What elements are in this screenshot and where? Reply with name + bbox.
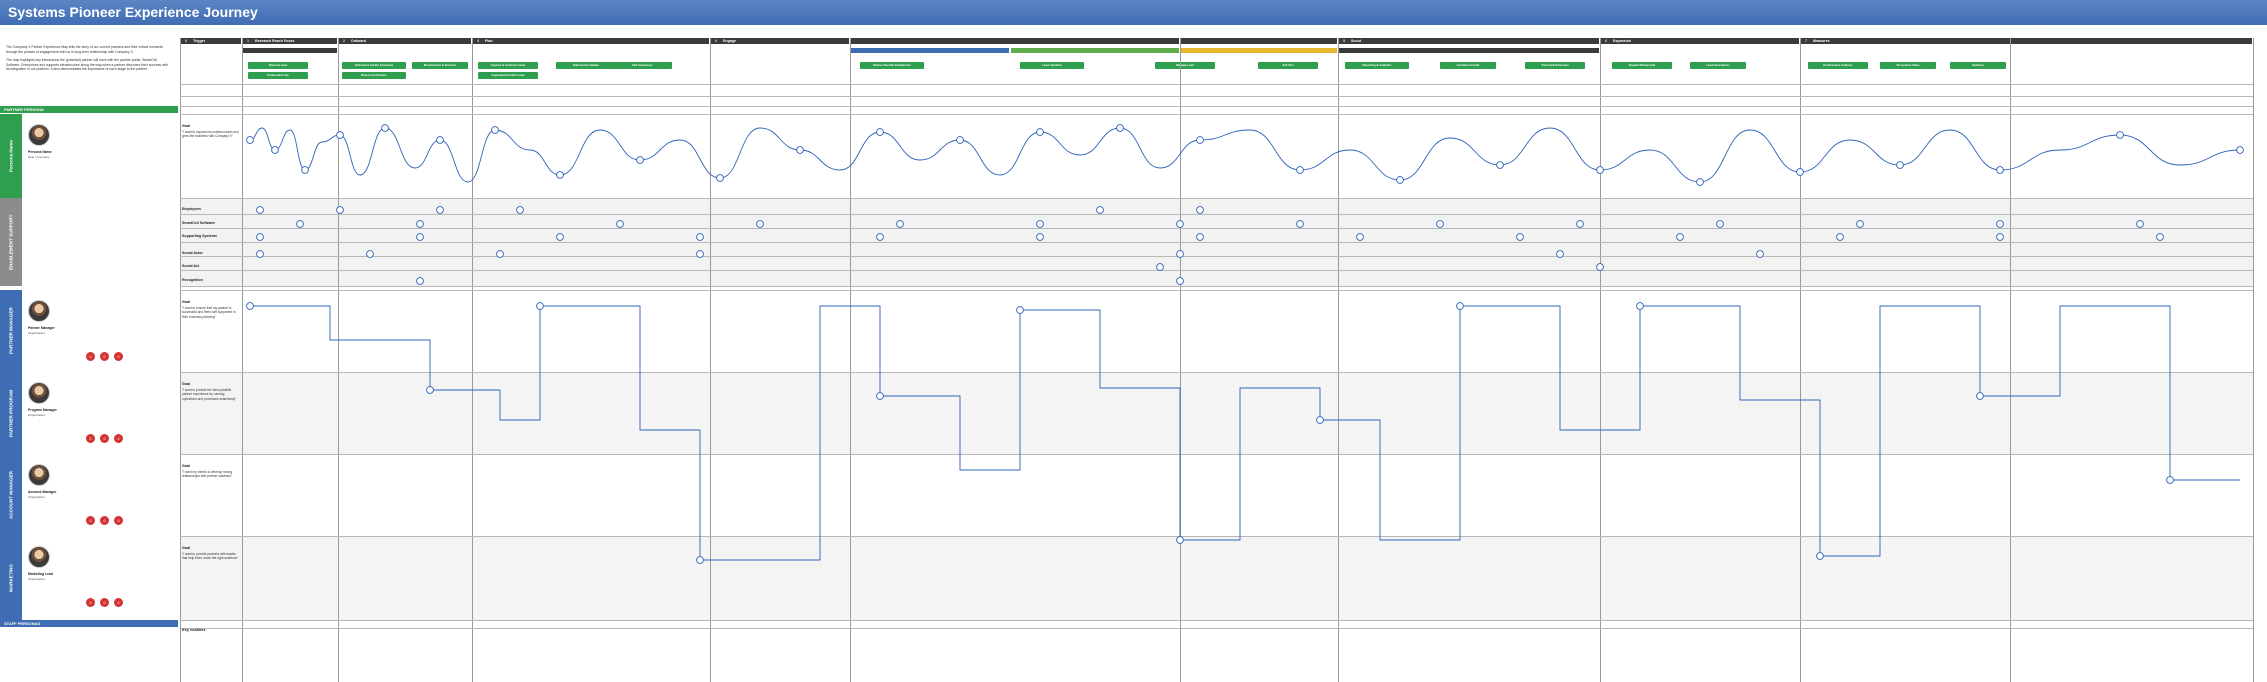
journey-step-node [536, 302, 544, 310]
journey-step-node [1516, 233, 1524, 241]
journey-step-node [1576, 220, 1584, 228]
journey-step-node [1156, 263, 1164, 271]
journey-step-node [696, 556, 704, 564]
journey-step-node [1556, 250, 1564, 258]
journey-step-node [696, 250, 704, 258]
journey-step-node [1896, 161, 1904, 169]
journey-step-node [381, 124, 389, 132]
journey-step-node [796, 146, 804, 154]
journey-step-node [256, 250, 264, 258]
journey-step-node [1636, 302, 1644, 310]
journey-step-node [1496, 161, 1504, 169]
journey-step-node [1116, 124, 1124, 132]
journey-step-node [1716, 220, 1724, 228]
journey-step-node [1856, 220, 1864, 228]
journey-step-node [1596, 263, 1604, 271]
journey-step-node [2156, 233, 2164, 241]
journey-step-node [696, 233, 704, 241]
journey-step-node [1796, 168, 1804, 176]
journey-step-node [756, 220, 764, 228]
journey-step-node [1996, 166, 2004, 174]
journey-step-node [416, 277, 424, 285]
journey-step-node [516, 206, 524, 214]
journey-step-node [496, 250, 504, 258]
journey-step-node [556, 171, 564, 179]
journey-step-node [2136, 220, 2144, 228]
journey-step-node [716, 174, 724, 182]
journey-step-node [436, 206, 444, 214]
journey-step-node [1036, 220, 1044, 228]
journey-step-node [876, 392, 884, 400]
journey-step-node [246, 302, 254, 310]
journey-step-node [416, 220, 424, 228]
journey-step-node [1316, 416, 1324, 424]
journey-step-node [1176, 250, 1184, 258]
journey-step-node [1036, 128, 1044, 136]
journey-step-node [1196, 206, 1204, 214]
journey-step-node [896, 220, 904, 228]
journey-step-node [491, 126, 499, 134]
journey-step-node [956, 136, 964, 144]
journey-step-node [271, 146, 279, 154]
journey-step-node [1196, 233, 1204, 241]
journey-step-node [636, 156, 644, 164]
journey-step-node [1436, 220, 1444, 228]
journey-step-node [1836, 233, 1844, 241]
journey-step-node [876, 128, 884, 136]
partner-journey-line [249, 127, 2241, 183]
journey-step-node [416, 233, 424, 241]
journey-step-node [336, 131, 344, 139]
journey-step-node [1456, 302, 1464, 310]
journey-step-node [2116, 131, 2124, 139]
journey-step-node [1596, 166, 1604, 174]
journey-step-node [1176, 536, 1184, 544]
journey-step-node [366, 250, 374, 258]
journey-step-node [2166, 476, 2174, 484]
journey-step-node [256, 233, 264, 241]
journey-step-node [1756, 250, 1764, 258]
journey-step-node [256, 206, 264, 214]
journey-step-node [426, 386, 434, 394]
journey-step-node [1016, 306, 1024, 314]
journey-step-node [1356, 233, 1364, 241]
journey-step-node [1296, 220, 1304, 228]
journey-step-node [2236, 146, 2244, 154]
journey-step-node [301, 166, 309, 174]
journey-step-node [1196, 136, 1204, 144]
journey-step-node [1396, 176, 1404, 184]
journey-step-node [616, 220, 624, 228]
journey-step-node [1036, 233, 1044, 241]
journey-flow-lines [246, 124, 2244, 564]
journey-step-node [1696, 178, 1704, 186]
journey-step-node [436, 136, 444, 144]
journey-step-node [1096, 206, 1104, 214]
journey-step-node [1996, 233, 2004, 241]
journey-step-node [336, 206, 344, 214]
journey-step-node [1176, 277, 1184, 285]
journey-step-node [1176, 220, 1184, 228]
journey-step-node [556, 233, 564, 241]
journey-step-node [1296, 166, 1304, 174]
journey-step-node [296, 220, 304, 228]
journey-step-node [1976, 392, 1984, 400]
journey-step-node [246, 136, 254, 144]
journey-step-node [1996, 220, 2004, 228]
journey-step-node [1816, 552, 1824, 560]
staff-journey-line [250, 305, 2240, 561]
journey-step-node [876, 233, 884, 241]
journey-step-node [1676, 233, 1684, 241]
